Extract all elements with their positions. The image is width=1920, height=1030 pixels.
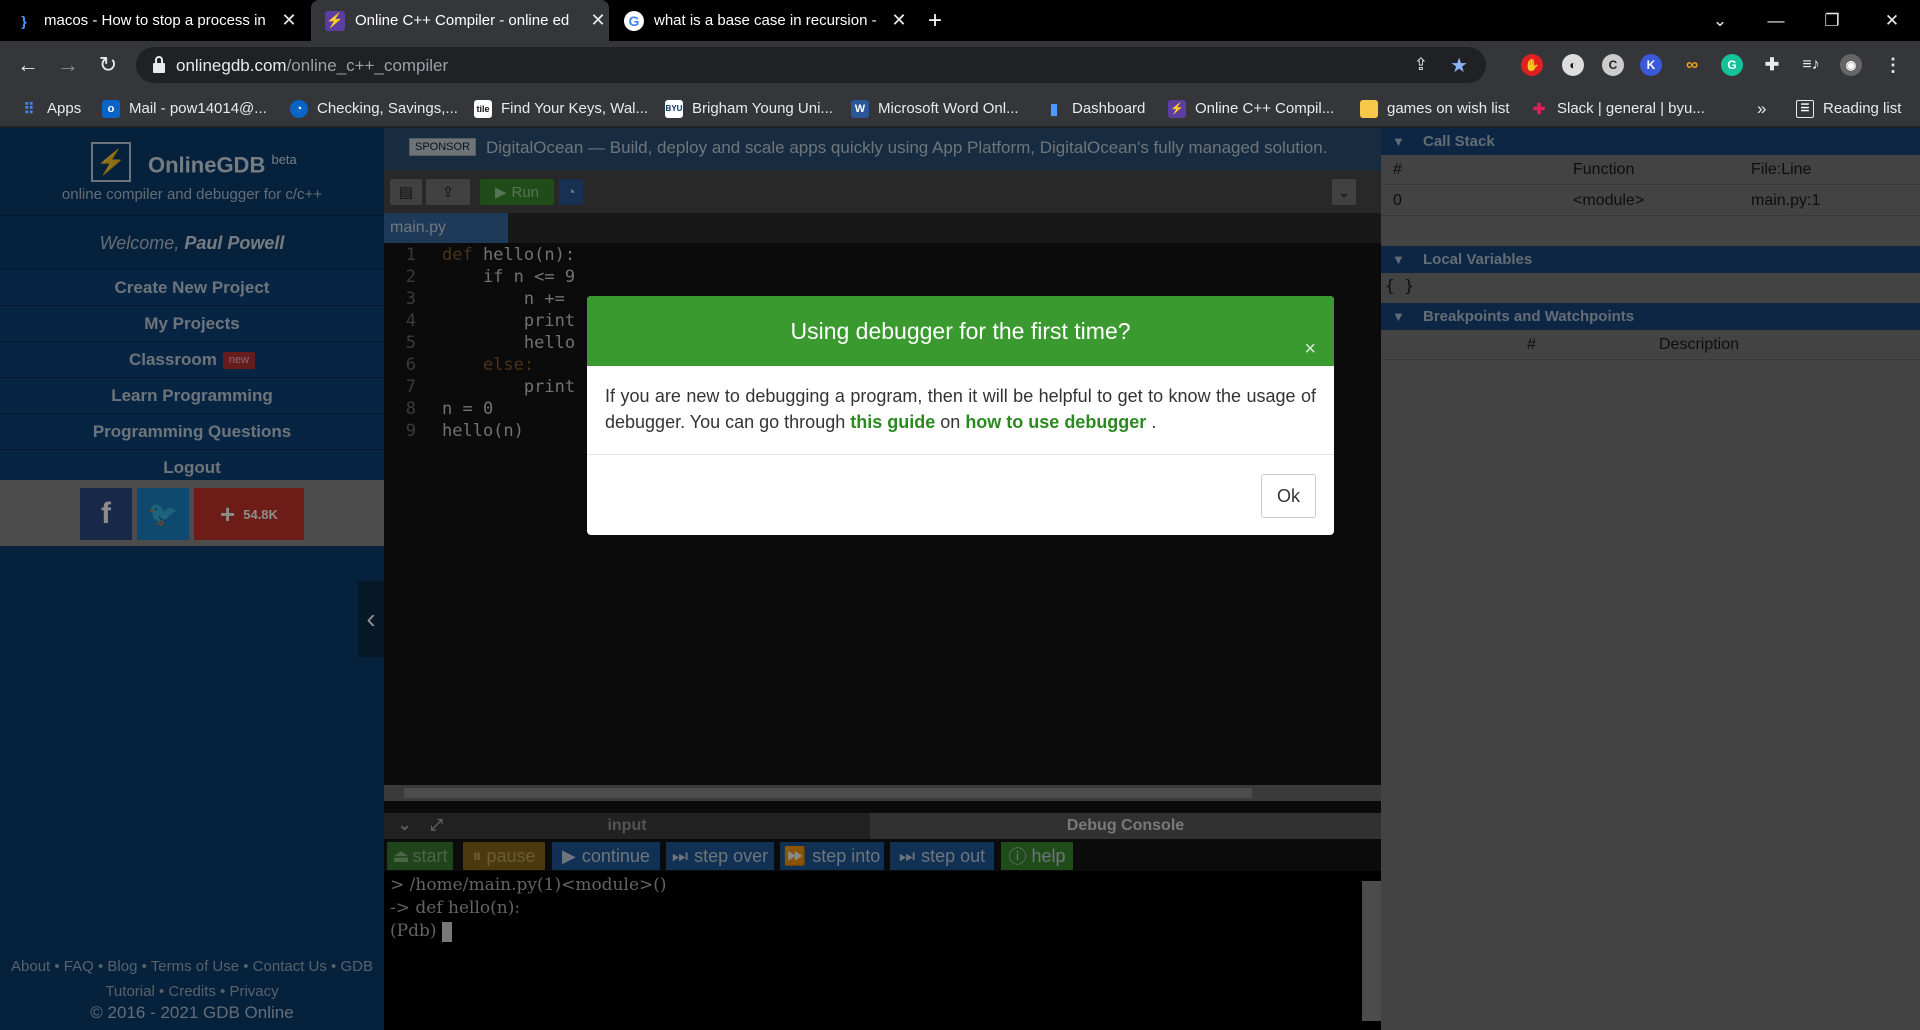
folder-icon	[1360, 99, 1378, 118]
c-extension-icon[interactable]: C	[1602, 54, 1624, 76]
bookmark-label: Mail - pow14014@...	[129, 100, 267, 117]
debugger-intro-modal: Using debugger for the first time? × If …	[587, 296, 1334, 535]
bookmark-tile[interactable]: tile Find Your Keys, Wal...	[474, 90, 648, 127]
bolt-icon: ⚡	[1168, 99, 1186, 118]
bookmark-slack[interactable]: ✚ Slack | general | byu...	[1530, 90, 1705, 127]
close-tab-icon[interactable]: ✕	[587, 10, 609, 31]
tab-title: macos - How to stop a process in	[44, 12, 266, 29]
close-window-button[interactable]: ✕	[1864, 0, 1920, 41]
url-path: /online_c++_compiler	[286, 56, 449, 75]
k-extension-icon[interactable]: K	[1640, 54, 1662, 76]
darkreader-extension-icon[interactable]: ◐	[1562, 54, 1584, 76]
google-icon: G	[624, 10, 644, 31]
back-button[interactable]: ←	[12, 49, 44, 81]
bookmark-byu[interactable]: BYU Brigham Young Uni...	[665, 90, 833, 127]
modal-body-text: If you are new to debugging a program, t…	[605, 386, 1316, 432]
modal-backdrop[interactable]: Using debugger for the first time? × If …	[0, 128, 1920, 1030]
modal-end-text: .	[1151, 412, 1157, 432]
lock-icon	[153, 56, 165, 73]
bookmarks-more-button[interactable]: »	[1757, 90, 1766, 127]
modal-mid-text: on	[940, 412, 961, 432]
bookmark-folder-games[interactable]: games on wish list	[1360, 90, 1510, 127]
media-control-icon[interactable]: ≡♪	[1800, 54, 1822, 76]
slack-icon: ✚	[1532, 100, 1546, 118]
tab-title: Online C++ Compiler - online ed	[355, 12, 570, 29]
bank-icon: ◔	[290, 99, 308, 118]
bookmark-label: Online C++ Compil...	[1195, 100, 1335, 117]
infinity-extension-icon[interactable]: ∞	[1681, 54, 1703, 76]
close-icon[interactable]: ×	[1304, 314, 1316, 384]
bookmark-dashboard[interactable]: ▮ Dashboard	[1045, 90, 1146, 127]
bookmark-label: Apps	[47, 100, 82, 117]
reload-button[interactable]: ↻	[92, 49, 124, 81]
this-guide-link[interactable]: this guide	[850, 412, 935, 432]
new-tab-button[interactable]: +	[920, 0, 950, 41]
bookmark-star-icon[interactable]: ★	[1450, 53, 1468, 78]
bookmark-label: Microsoft Word Onl...	[878, 100, 1019, 117]
modal-header: Using debugger for the first time? ×	[587, 296, 1334, 366]
bookmark-label: games on wish list	[1387, 100, 1510, 117]
grammarly-extension-icon[interactable]: G	[1721, 54, 1743, 76]
word-icon: W	[851, 99, 869, 118]
brackets-icon: }	[21, 12, 27, 29]
close-tab-icon[interactable]: ✕	[888, 10, 910, 31]
url-domain: onlinegdb.com	[176, 56, 287, 75]
bookmark-apps[interactable]: ⠿ Apps	[20, 90, 82, 127]
profile-avatar[interactable]: ◉	[1840, 54, 1862, 76]
browser-tab-strip: } macos - How to stop a process in ✕ ⚡ O…	[0, 0, 1920, 41]
tile-icon: tile	[474, 99, 492, 118]
bookmark-label: Brigham Young Uni...	[692, 100, 833, 117]
chart-icon: ▮	[1049, 100, 1059, 118]
bookmark-onlinegdb[interactable]: ⚡ Online C++ Compil...	[1168, 90, 1334, 127]
browser-tab-active[interactable]: ⚡ Online C++ Compiler - online ed ✕	[311, 0, 609, 41]
tab-title: what is a base case in recursion -	[654, 12, 877, 29]
bookmark-label: Slack | general | byu...	[1557, 100, 1705, 117]
outlook-icon: o	[102, 99, 120, 118]
puzzle-extensions-icon[interactable]: ✚	[1761, 54, 1783, 76]
modal-body: If you are new to debugging a program, t…	[605, 383, 1316, 435]
reading-list-button[interactable]: ☰ Reading list	[1796, 90, 1901, 127]
restore-button[interactable]: ❐	[1804, 0, 1860, 41]
share-icon[interactable]: ⇪	[1414, 55, 1428, 75]
plus-icon: +	[927, 6, 942, 34]
address-bar[interactable]: onlinegdb.com/online_c++_compiler ⇪ ★	[136, 47, 1486, 83]
byu-icon: BYU	[665, 99, 683, 118]
bookmark-label: Checking, Savings,...	[317, 100, 458, 117]
modal-title: Using debugger for the first time?	[790, 318, 1131, 344]
tab-search-icon[interactable]: ⌄	[1692, 0, 1748, 41]
ok-button[interactable]: Ok	[1261, 474, 1316, 518]
browser-tab[interactable]: G what is a base case in recursion - ✕	[610, 0, 910, 41]
bookmark-checking[interactable]: ◔ Checking, Savings,...	[290, 90, 458, 127]
bookmark-word[interactable]: W Microsoft Word Onl...	[851, 90, 1019, 127]
menu-kebab-icon[interactable]: ⋮	[1882, 54, 1904, 76]
url-text: onlinegdb.com/online_c++_compiler	[176, 56, 448, 76]
double-chevron-icon: »	[1757, 98, 1767, 118]
apps-grid-icon: ⠿	[23, 100, 35, 118]
bookmark-mail[interactable]: o Mail - pow14014@...	[102, 90, 267, 127]
forward-button[interactable]: →	[52, 49, 84, 81]
reading-list-label: Reading list	[1823, 100, 1902, 117]
browser-tab[interactable]: } macos - How to stop a process in ✕	[0, 0, 300, 41]
browser-toolbar: ← → ↻ onlinegdb.com/online_c++_compiler …	[0, 41, 1920, 90]
bookmark-label: Find Your Keys, Wal...	[501, 100, 649, 117]
bolt-icon: ⚡	[325, 10, 345, 31]
close-tab-icon[interactable]: ✕	[278, 10, 300, 31]
how-to-use-debugger-link[interactable]: how to use debugger	[965, 412, 1146, 432]
minimize-button[interactable]: —	[1748, 0, 1804, 41]
bookmark-label: Dashboard	[1072, 100, 1146, 117]
bookmarks-bar: ⠿ Apps o Mail - pow14014@... ◔ Checking, Sa…	[0, 90, 1920, 127]
divider	[587, 454, 1334, 455]
reading-list-icon: ☰	[1796, 99, 1814, 118]
adblock-extension-icon[interactable]: ✋	[1521, 54, 1543, 76]
